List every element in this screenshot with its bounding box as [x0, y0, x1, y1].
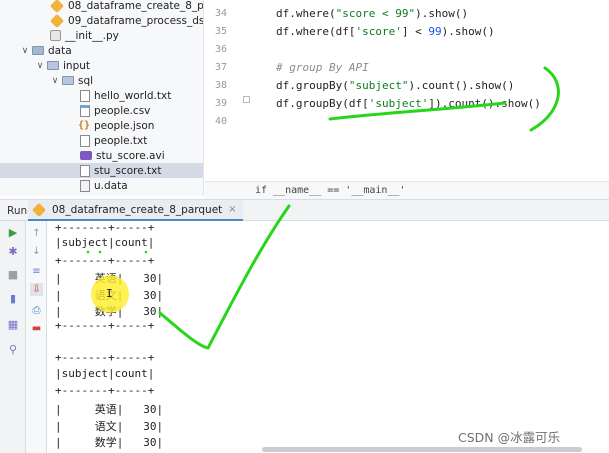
- trash-icon[interactable]: ▬: [30, 322, 43, 335]
- line-number: 37: [214, 62, 227, 73]
- run-toolbar-secondary: ↑ ↓ ≡ ⇩ ⎙ ▬: [26, 221, 47, 453]
- tree-item-label: u.data: [94, 179, 128, 192]
- console-line: +-------+-----+: [55, 319, 155, 332]
- pin-tab-icon[interactable]: ⚲: [7, 344, 19, 356]
- tree-item-file[interactable]: people.txt: [0, 133, 203, 148]
- code-line: df.groupBy("subject").count().show(): [276, 79, 515, 92]
- tree-folder-data[interactable]: ∨ data: [0, 43, 203, 58]
- text-cursor-icon: I: [106, 287, 113, 300]
- folder-icon: [62, 76, 74, 85]
- code-line: df.where(df['score'] < 99).show(): [276, 25, 495, 38]
- fold-marker-icon[interactable]: [243, 96, 250, 103]
- chevron-down-icon[interactable]: ∨: [20, 46, 30, 56]
- tree-item-file[interactable]: 09_dataframe_process_dsl_hello: [0, 13, 204, 28]
- console-line: |subject|count|: [55, 367, 155, 380]
- tree-item-file-selected[interactable]: stu_score.txt: [0, 163, 203, 178]
- breadcrumb[interactable]: if __name__ == '__main__': [205, 181, 609, 199]
- folder-icon: [47, 61, 59, 70]
- console-line: | 语文| 30|: [55, 420, 164, 433]
- project-tree: 08_dataframe_create_8_parquet. 09_datafr…: [0, 0, 204, 196]
- run-tab-label: 08_dataframe_create_8_parquet: [52, 203, 223, 216]
- layout-icon[interactable]: ▦: [7, 319, 19, 331]
- code-line: df.where("score < 99").show(): [276, 7, 469, 20]
- json-file-icon: {}: [78, 119, 91, 131]
- console-line: +-------+-----+: [55, 351, 155, 364]
- tree-item-file[interactable]: hello_world.txt: [0, 88, 203, 103]
- console-line: | 英语| 30|: [55, 403, 164, 416]
- line-number: 36: [214, 44, 227, 55]
- breadcrumb-label: if __name__ == '__main__': [255, 185, 406, 196]
- pin-icon[interactable]: ▮: [7, 293, 19, 305]
- line-number: 38: [214, 80, 227, 91]
- code-line: df.groupBy(df['subject']).count().show(): [276, 97, 541, 110]
- tree-item-label: hello_world.txt: [94, 89, 172, 102]
- tree-item-label: people.json: [94, 119, 155, 132]
- rerun-icon[interactable]: ▶: [7, 227, 19, 239]
- tree-item-label: 08_dataframe_create_8_parquet.: [68, 0, 204, 12]
- data-file-icon: [80, 179, 90, 192]
- scroll-up-icon[interactable]: ↑: [30, 227, 43, 240]
- line-number: 39: [214, 98, 227, 109]
- scroll-down-icon[interactable]: ↓: [30, 245, 43, 258]
- tree-item-file[interactable]: __init__.py: [0, 28, 203, 43]
- run-tab[interactable]: 08_dataframe_create_8_parquet ×: [28, 200, 243, 221]
- text-file-icon: [80, 164, 90, 177]
- line-number: 40: [214, 116, 227, 127]
- parquet-file-icon: [31, 202, 47, 217]
- line-number: 34: [214, 8, 227, 19]
- tree-item-file[interactable]: 08_dataframe_create_8_parquet.: [0, 0, 204, 13]
- folder-icon: [32, 46, 44, 55]
- text-file-icon: [80, 134, 90, 147]
- tree-item-label: stu_score.avi: [96, 149, 165, 162]
- run-toolbar: ▶ ✱ ■ ▮ ▦ ⚲: [0, 221, 26, 453]
- csv-file-icon: [80, 104, 90, 117]
- print-icon[interactable]: ⎙: [30, 304, 43, 317]
- code-comment: # group By API: [276, 61, 369, 74]
- tree-item-file[interactable]: people.csv: [0, 103, 203, 118]
- parquet-file-icon: [49, 13, 65, 28]
- horizontal-scrollbar[interactable]: [262, 447, 582, 452]
- tree-item-label: 09_dataframe_process_dsl_hello: [68, 14, 204, 27]
- soft-wrap-icon[interactable]: ≡: [30, 265, 43, 278]
- chevron-down-icon[interactable]: ∨: [50, 76, 60, 86]
- tree-item-label: people.csv: [94, 104, 151, 117]
- chevron-down-icon[interactable]: ∨: [35, 61, 45, 71]
- tree-item-label: data: [48, 44, 72, 57]
- tree-item-label: people.txt: [94, 134, 148, 147]
- line-number: 35: [214, 26, 227, 37]
- video-file-icon: [80, 151, 92, 160]
- console-line: | 数学| 30|: [55, 436, 164, 449]
- python-file-icon: [50, 30, 61, 41]
- run-panel-header: Run: 08_dataframe_create_8_parquet ×: [0, 199, 609, 221]
- console-line: +-------+-----+: [55, 221, 155, 234]
- tree-folder-sql[interactable]: ∨ sql: [0, 73, 203, 88]
- close-icon[interactable]: ×: [228, 204, 236, 215]
- watermark: CSDN @冰露可乐: [458, 430, 561, 445]
- settings-icon[interactable]: ✱: [7, 246, 19, 258]
- run-console-output[interactable]: +-------+-----+ |subject|count| +-------…: [47, 221, 609, 453]
- tree-item-label: input: [63, 59, 91, 72]
- text-file-icon: [80, 89, 90, 102]
- stop-icon[interactable]: ■: [7, 269, 19, 281]
- scroll-to-end-icon[interactable]: ⇩: [30, 283, 43, 296]
- tree-item-label: __init__.py: [65, 29, 119, 42]
- tree-item-file[interactable]: u.data: [0, 178, 203, 193]
- code-editor[interactable]: 34 35 36 37 38 39 40 df.where("score < 9…: [205, 0, 609, 181]
- tree-folder-input[interactable]: ∨ input: [0, 58, 203, 73]
- console-line: |subject|count|: [55, 236, 155, 249]
- tree-item-label: sql: [78, 74, 94, 87]
- tree-item-file[interactable]: {} people.json: [0, 118, 203, 133]
- tree-item-label: stu_score.txt: [94, 164, 162, 177]
- console-line: +-------+-----+: [55, 384, 155, 397]
- parquet-file-icon: [49, 0, 65, 13]
- console-line: +-------+-----+: [55, 254, 155, 267]
- tree-item-file[interactable]: stu_score.avi: [0, 148, 203, 163]
